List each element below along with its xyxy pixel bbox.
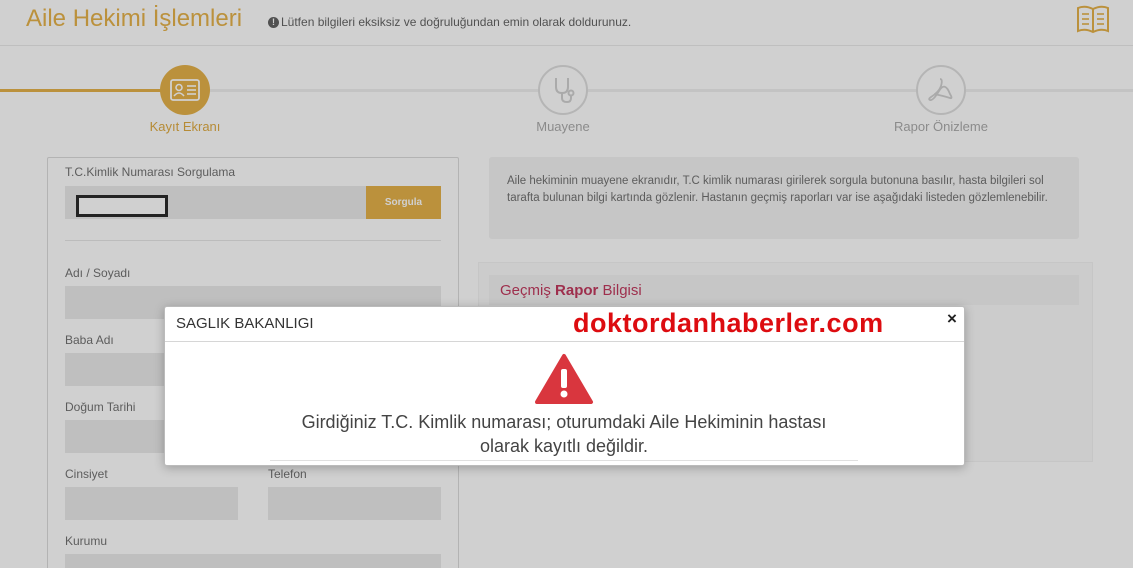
dialog-message-line2: olarak kayıtlı değildir. (479, 436, 649, 456)
dialog-message-line1: Girdiğiniz T.C. Kimlik numarası; oturumd… (301, 412, 827, 432)
warning-icon (535, 354, 593, 404)
dialog-title: SAGLIK BAKANLIGI (176, 315, 314, 332)
alert-dialog: SAGLIK BAKANLIGI doktordanhaberler.com ×… (164, 306, 965, 466)
dialog-message: Girdiğiniz T.C. Kimlik numarası; oturumd… (270, 410, 858, 461)
watermark-text: doktordanhaberler.com (573, 308, 884, 338)
close-button[interactable]: × (944, 309, 960, 329)
modal-overlay[interactable] (0, 0, 1133, 568)
dialog-header: SAGLIK BAKANLIGI doktordanhaberler.com × (165, 307, 964, 342)
